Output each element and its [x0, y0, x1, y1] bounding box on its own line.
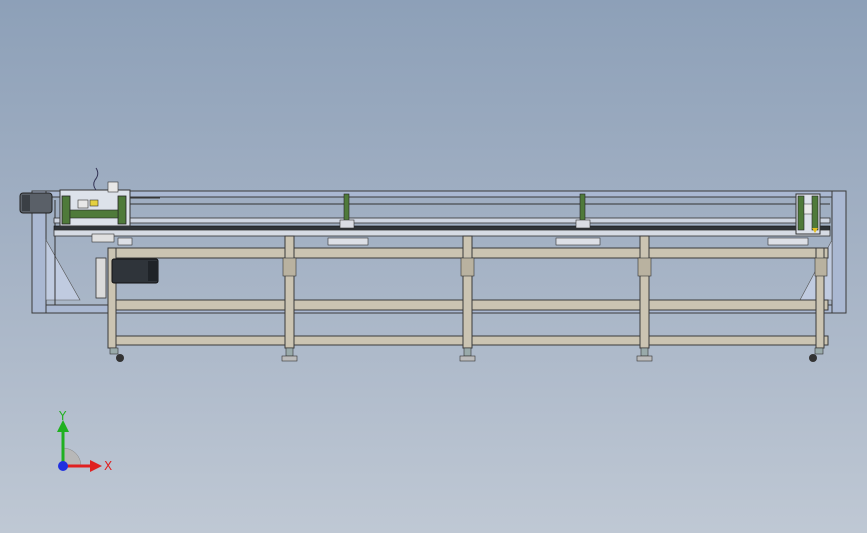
- right-end-unit: [795, 193, 821, 235]
- axis-triad: Y X: [57, 409, 112, 473]
- feet: [109, 347, 824, 362]
- beige-frame: [107, 235, 829, 349]
- y-axis-label: Y: [58, 409, 67, 423]
- cad-viewport[interactable]: Y X: [0, 0, 867, 533]
- machine-model-drawing[interactable]: [0, 0, 867, 533]
- x-axis-label: X: [104, 459, 112, 473]
- axis-origin-icon: [58, 461, 68, 471]
- upper-rails: [53, 197, 831, 237]
